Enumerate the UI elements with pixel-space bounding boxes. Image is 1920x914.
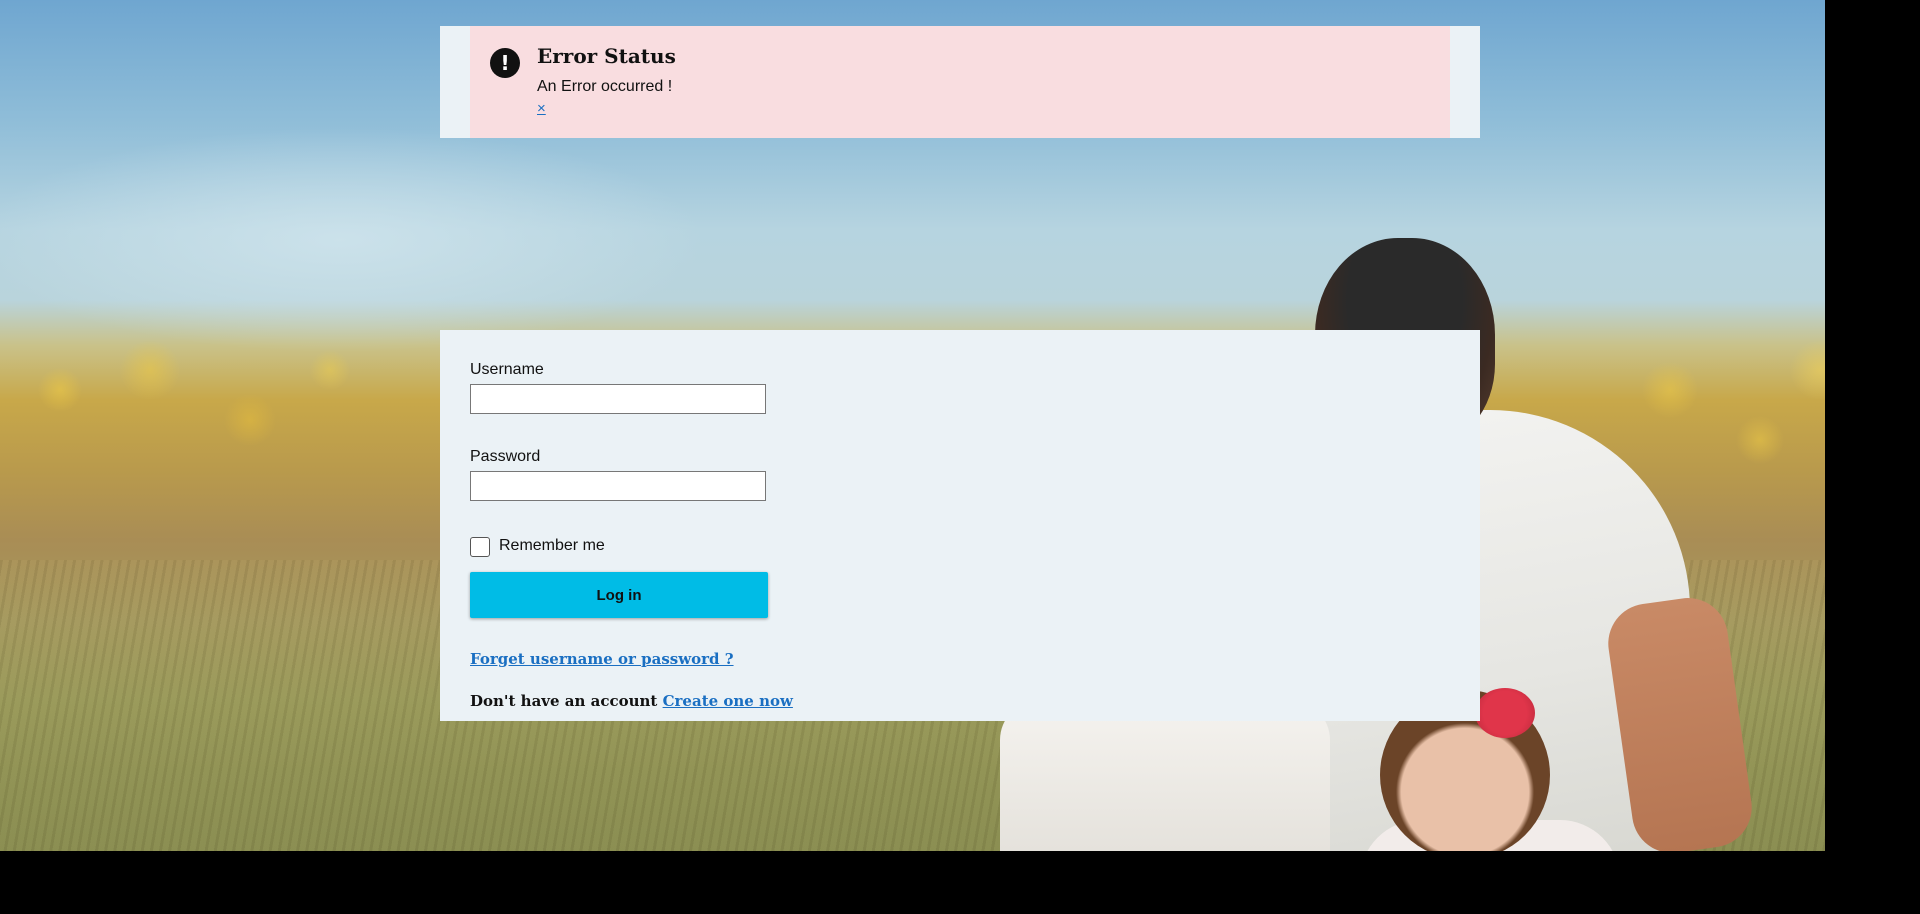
exclamation-circle-icon: !	[490, 48, 520, 78]
error-banner: ! Error Status An Error occurred ! ×	[470, 26, 1450, 138]
signup-row: Don't have an account Create one now	[470, 692, 793, 710]
remember-me-label: Remember me	[499, 537, 605, 554]
background-child-bow	[1475, 688, 1535, 738]
password-label: Password	[470, 448, 541, 465]
close-alert-link[interactable]: ×	[537, 100, 546, 117]
password-input[interactable]	[470, 471, 766, 501]
login-button[interactable]: Log in	[470, 572, 768, 618]
login-form: Username Password Remember me Log in For…	[440, 330, 1480, 721]
username-label: Username	[470, 361, 544, 378]
error-message: An Error occurred !	[537, 78, 673, 95]
black-area-bottom	[0, 851, 1920, 914]
signup-prompt: Don't have an account	[470, 692, 658, 710]
remember-me-checkbox[interactable]	[470, 537, 490, 557]
forgot-password-link[interactable]: Forget username or password ?	[470, 650, 734, 668]
page: ! Error Status An Error occurred ! × Use…	[0, 0, 1920, 914]
background-woman-dress	[1000, 700, 1330, 851]
error-title: Error Status	[537, 44, 676, 68]
username-input[interactable]	[470, 384, 766, 414]
error-banner-container: ! Error Status An Error occurred ! ×	[440, 26, 1480, 138]
create-account-link[interactable]: Create one now	[663, 692, 793, 710]
